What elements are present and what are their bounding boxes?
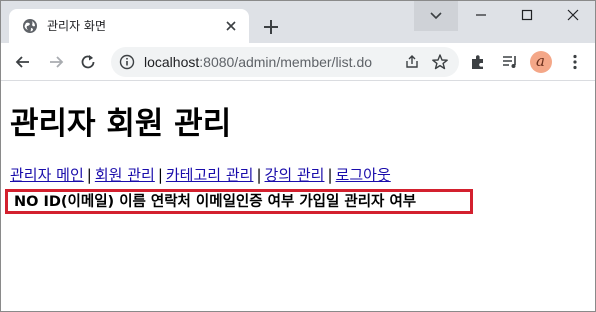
- page-title: 관리자 회원 관리: [10, 106, 232, 142]
- nav-separator: |: [327, 166, 333, 184]
- url-host: localhost: [144, 54, 200, 70]
- tab-title: 관리자 화면: [47, 19, 107, 33]
- forward-arrow-icon[interactable]: [46, 52, 66, 72]
- nav-link-member-manage[interactable]: 회원 관리: [95, 166, 155, 184]
- minimize-button[interactable]: [458, 1, 504, 31]
- extensions-icon[interactable]: [468, 52, 488, 72]
- active-tab[interactable]: 관리자 화면: [9, 9, 249, 43]
- plus-icon[interactable]: [259, 15, 283, 39]
- table-header-cells: NO ID(이메일) 이름 연락처 이메일인증 여부 가입일 관리자 여부: [14, 193, 421, 211]
- info-icon[interactable]: [119, 54, 135, 70]
- close-icon[interactable]: [223, 18, 239, 34]
- nav-separator: |: [157, 166, 163, 184]
- window-close-icon: [567, 9, 579, 21]
- header-is-admin: 관리자 여부: [344, 194, 417, 210]
- nav-link-admin-main[interactable]: 관리자 메인: [10, 166, 84, 184]
- minimize-icon: [476, 14, 486, 16]
- page-content: 관리자 회원 관리 관리자 메인 | 회원 관리 | 카테고리 관리 | 강의 관리 | 로그아…: [1, 82, 595, 311]
- reading-list-icon[interactable]: [500, 52, 520, 72]
- window-close-button[interactable]: [550, 1, 595, 31]
- globe-icon: [23, 19, 37, 33]
- header-email-verified: 이메일인증 여부: [195, 194, 295, 210]
- nav-link-category-manage[interactable]: 카테고리 관리: [166, 166, 254, 184]
- chevron-down-icon: [430, 12, 442, 20]
- header-no: NO: [14, 194, 39, 210]
- star-icon[interactable]: [431, 53, 449, 71]
- url-path: :8080/admin/member/list.do: [199, 54, 373, 70]
- nav-separator: |: [86, 166, 92, 184]
- avatar[interactable]: a: [530, 51, 552, 73]
- header-id: ID(이메일): [43, 194, 115, 210]
- maximize-button[interactable]: [504, 1, 550, 31]
- reload-icon[interactable]: [78, 52, 98, 72]
- url-text[interactable]: localhost:8080/admin/member/list.do: [144, 53, 372, 71]
- header-join-date: 가입일: [299, 194, 340, 210]
- tab-search-button[interactable]: [414, 1, 458, 31]
- header-name: 이름: [119, 194, 146, 210]
- browser-window: 관리자 화면 localhost:8080/admin/member/list.…: [0, 0, 596, 312]
- kebab-menu-icon[interactable]: [565, 52, 585, 72]
- share-icon[interactable]: [404, 54, 420, 70]
- table-header-row: NO ID(이메일) 이름 연락처 이메일인증 여부 가입일 관리자 여부: [5, 189, 473, 214]
- address-bar[interactable]: localhost:8080/admin/member/list.do: [111, 47, 459, 77]
- header-contact: 연락처: [150, 194, 191, 210]
- back-arrow-icon[interactable]: [13, 52, 33, 72]
- nav-link-course-manage[interactable]: 강의 관리: [265, 166, 325, 184]
- browser-toolbar: localhost:8080/admin/member/list.do a: [1, 43, 595, 81]
- nav-link-logout[interactable]: 로그아웃: [336, 166, 391, 184]
- admin-nav: 관리자 메인 | 회원 관리 | 카테고리 관리 | 강의 관리 | 로그아웃: [10, 165, 391, 185]
- nav-separator: |: [256, 166, 262, 184]
- maximize-icon: [521, 9, 533, 21]
- tab-strip: 관리자 화면: [1, 1, 595, 43]
